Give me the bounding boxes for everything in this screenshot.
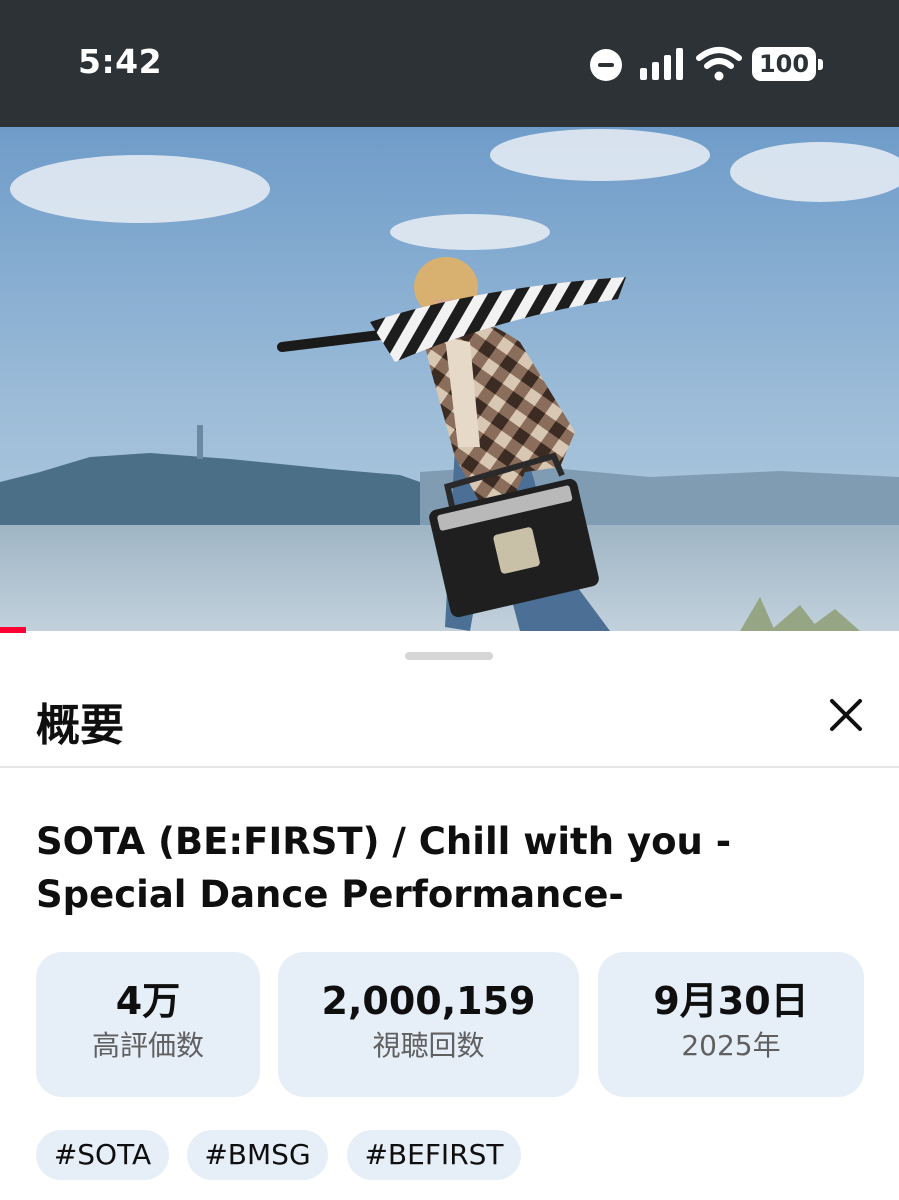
wifi-icon xyxy=(696,47,742,81)
likes-label: 高評価数 xyxy=(91,1029,204,1062)
sheet-title: 概要 xyxy=(36,700,124,751)
status-bar: 5:42 100 xyxy=(0,0,899,127)
divider xyxy=(0,766,899,768)
hashtag-befirst[interactable]: #BEFIRST xyxy=(347,1130,521,1180)
hashtag-bmsg[interactable]: #BMSG xyxy=(187,1130,328,1180)
close-icon xyxy=(830,699,862,731)
drag-handle[interactable] xyxy=(405,652,493,660)
playback-progress-bar[interactable] xyxy=(0,627,26,633)
likes-stat: 4万 高評価数 xyxy=(36,952,260,1097)
video-title: SOTA (BE:FIRST) / Chill with you -Specia… xyxy=(36,820,732,916)
status-time: 5:42 xyxy=(78,42,163,81)
views-stat: 2,000,159 視聴回数 xyxy=(278,952,579,1097)
signal-icon xyxy=(640,48,686,80)
publish-date-stat: 9月30日 2025年 xyxy=(598,952,864,1097)
close-button[interactable] xyxy=(816,685,876,745)
views-count: 2,000,159 xyxy=(321,979,536,1023)
do-not-disturb-icon xyxy=(590,49,622,81)
hashtag-sota[interactable]: #SOTA xyxy=(36,1130,169,1180)
battery-icon: 100 xyxy=(752,47,823,81)
views-label: 視聴回数 xyxy=(372,1029,485,1062)
description-sheet: 概要 SOTA (BE:FIRST) / Chill with you -Spe… xyxy=(0,633,899,1200)
likes-count: 4万 xyxy=(115,979,181,1023)
battery-level: 100 xyxy=(758,50,810,78)
publish-date: 9月30日 xyxy=(653,979,809,1023)
publish-year: 2025年 xyxy=(681,1029,781,1062)
video-player[interactable] xyxy=(0,127,899,631)
